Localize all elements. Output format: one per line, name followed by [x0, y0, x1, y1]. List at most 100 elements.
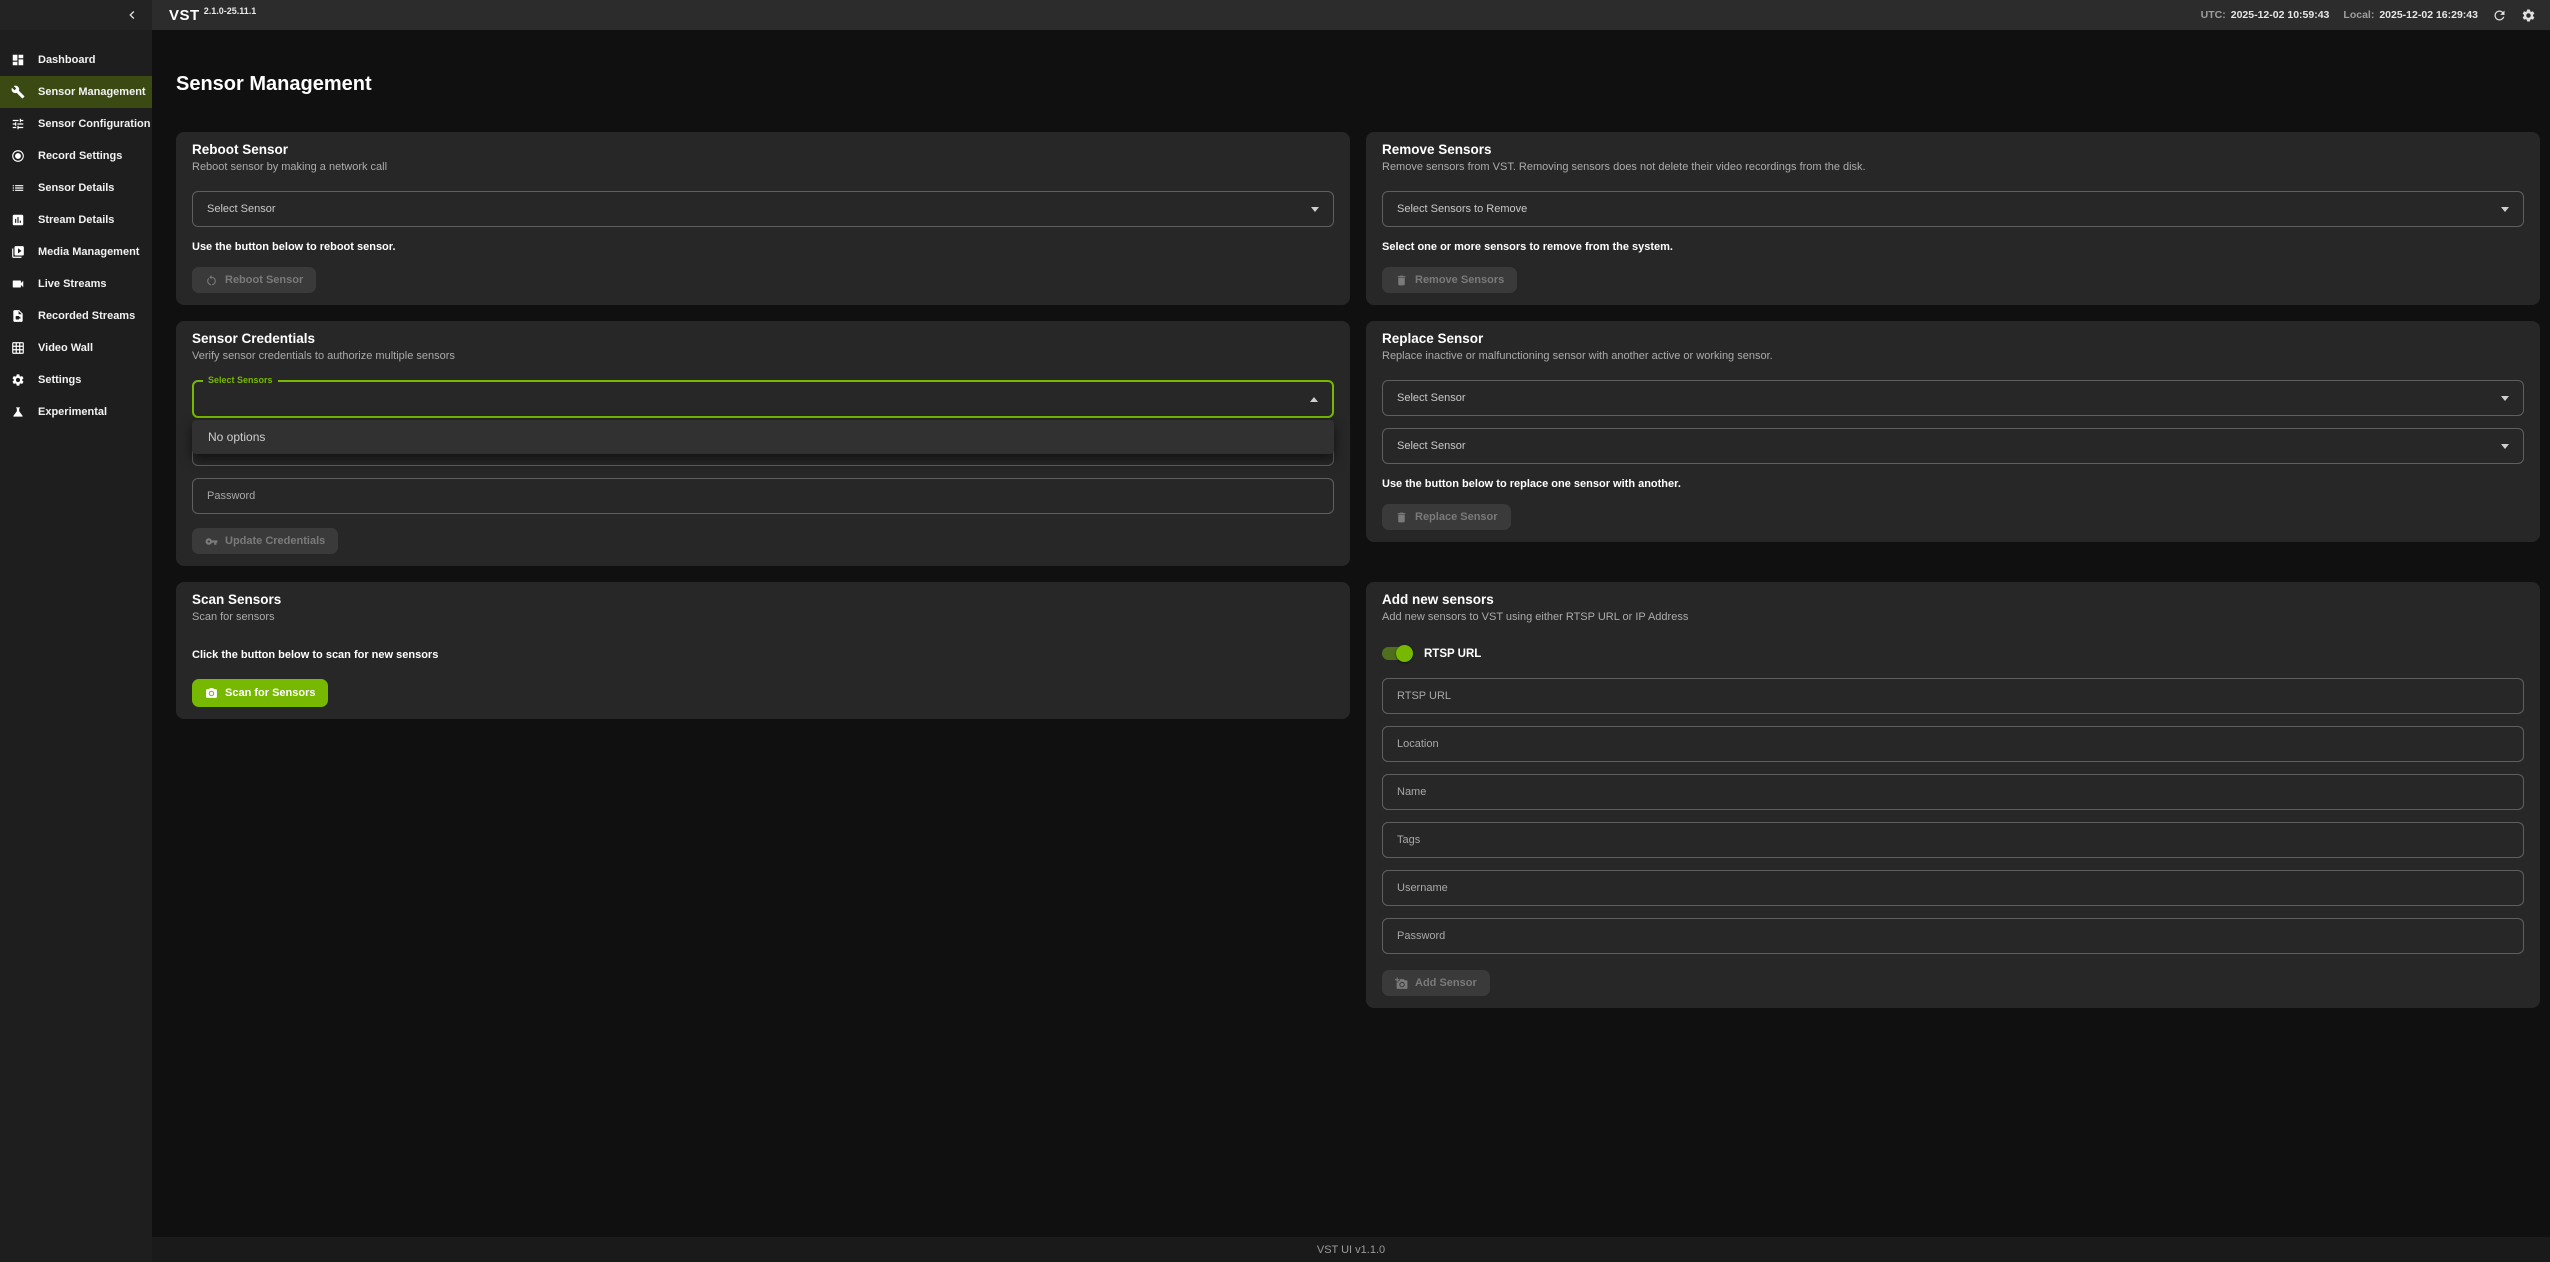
tune-icon [11, 117, 25, 131]
page-title: Sensor Management [176, 72, 2550, 96]
tags-input[interactable] [1382, 822, 2524, 858]
settings-button[interactable] [2521, 8, 2536, 23]
replace-source-sensor-select[interactable]: Select Sensor [1382, 380, 2524, 416]
sidebar-item-label: Stream Details [38, 214, 114, 226]
rtsp-url-toggle[interactable] [1382, 647, 1412, 660]
chevron-up-icon [1310, 397, 1318, 402]
footer-version-text: VST UI v1.1.0 [1317, 1244, 1385, 1256]
logo-text: VST [169, 7, 200, 24]
helper-text: Use the button below to reboot sensor. [192, 241, 1334, 253]
sidebar-item-dashboard[interactable]: Dashboard [0, 44, 152, 76]
local-value: 2025-12-02 16:29:43 [2379, 9, 2478, 21]
trash-icon [1395, 511, 1408, 524]
wrench-icon [11, 85, 25, 99]
replace-target-sensor-select[interactable]: Select Sensor [1382, 428, 2524, 464]
top-header: VST 2.1.0-25.11.1 UTC: 2025-12-02 10:59:… [0, 0, 2550, 30]
sidebar-item-sensor-configuration[interactable]: Sensor Configuration [0, 108, 152, 140]
location-input[interactable] [1382, 726, 2524, 762]
chevron-down-icon [2501, 207, 2509, 212]
card-subtitle: Remove sensors from VST. Removing sensor… [1382, 161, 2524, 173]
select-floating-label: Select Sensors [203, 375, 278, 386]
chevron-down-icon [2501, 396, 2509, 401]
sidebar-item-media-management[interactable]: Media Management [0, 236, 152, 268]
sidebar-item-label: Dashboard [38, 54, 95, 66]
sidebar-item-label: Live Streams [38, 278, 106, 290]
video-library-icon [11, 245, 25, 259]
record-icon [11, 149, 25, 163]
sidebar-item-label: Settings [38, 374, 81, 386]
button-label: Remove Sensors [1415, 274, 1504, 286]
username-input[interactable] [1382, 870, 2524, 906]
sidebar-item-settings[interactable]: Settings [0, 364, 152, 396]
rtsp-url-input[interactable] [1382, 678, 2524, 714]
sidebar-item-record-settings[interactable]: Record Settings [0, 140, 152, 172]
rtsp-toggle-row: RTSP URL [1382, 645, 2524, 662]
sensor-credentials-card: Sensor Credentials Verify sensor credent… [176, 321, 1350, 566]
remove-sensors-card: Remove Sensors Remove sensors from VST. … [1366, 132, 2540, 305]
sidebar-item-label: Recorded Streams [38, 310, 135, 322]
select-placeholder: Select Sensor [1397, 392, 1465, 404]
button-label: Replace Sensor [1415, 511, 1498, 523]
main-content: Sensor Management Reboot Sensor Reboot s… [152, 30, 2550, 1262]
page-footer: VST UI v1.1.0 [152, 1237, 2550, 1262]
select-placeholder: Select Sensor [1397, 440, 1465, 452]
grid-icon [11, 341, 25, 355]
credentials-sensors-select[interactable]: Select Sensors [192, 380, 1334, 418]
replace-sensor-card: Replace Sensor Replace inactive or malfu… [1366, 321, 2540, 542]
toggle-label: RTSP URL [1424, 648, 1481, 660]
chevron-left-icon [124, 7, 140, 23]
sidebar-item-label: Sensor Configuration [38, 118, 150, 130]
add-a-photo-icon [1395, 977, 1408, 990]
reboot-sensor-button[interactable]: Reboot Sensor [192, 267, 316, 293]
flask-icon [11, 405, 25, 419]
key-icon [205, 535, 218, 548]
replace-sensor-button[interactable]: Replace Sensor [1382, 504, 1511, 530]
card-title: Replace Sensor [1382, 331, 2524, 346]
remove-sensors-select[interactable]: Select Sensors to Remove [1382, 191, 2524, 227]
button-label: Reboot Sensor [225, 274, 303, 286]
card-subtitle: Verify sensor credentials to authorize m… [192, 350, 1334, 362]
remove-sensors-button[interactable]: Remove Sensors [1382, 267, 1517, 293]
sidebar-collapse-button[interactable] [124, 7, 140, 23]
helper-text: Use the button below to replace one sens… [1382, 478, 2524, 490]
gear-icon [11, 373, 25, 387]
sidebar-item-video-wall[interactable]: Video Wall [0, 332, 152, 364]
camera-icon [205, 687, 218, 700]
sidebar-item-recorded-streams[interactable]: Recorded Streams [0, 300, 152, 332]
no-options-message: No options [208, 430, 265, 444]
sidebar: Dashboard Sensor Management Sensor Confi… [0, 30, 152, 1262]
sidebar-item-stream-details[interactable]: Stream Details [0, 204, 152, 236]
name-input[interactable] [1382, 774, 2524, 810]
reboot-sensor-card: Reboot Sensor Reboot sensor by making a … [176, 132, 1350, 305]
sidebar-item-live-streams[interactable]: Live Streams [0, 268, 152, 300]
sidebar-item-experimental[interactable]: Experimental [0, 396, 152, 428]
card-title: Add new sensors [1382, 592, 2524, 607]
trash-icon [1395, 274, 1408, 287]
reboot-sensor-select[interactable]: Select Sensor [192, 191, 1334, 227]
card-grid: Reboot Sensor Reboot sensor by making a … [176, 132, 2540, 1008]
sidebar-item-sensor-management[interactable]: Sensor Management [0, 76, 152, 108]
refresh-button[interactable] [2492, 8, 2507, 23]
card-title: Remove Sensors [1382, 142, 2524, 157]
bar-chart-icon [11, 213, 25, 227]
credentials-select-wrap: Select Sensors No options [192, 380, 1334, 466]
card-title: Scan Sensors [192, 592, 1334, 607]
video-file-icon [11, 309, 25, 323]
scan-sensors-card: Scan Sensors Scan for sensors Click the … [176, 582, 1350, 719]
card-subtitle: Replace inactive or malfunctioning senso… [1382, 350, 2524, 362]
card-subtitle: Scan for sensors [192, 611, 1334, 623]
list-icon [11, 181, 25, 195]
card-subtitle: Reboot sensor by making a network call [192, 161, 1334, 173]
password-input[interactable] [1382, 918, 2524, 954]
header-status-area: UTC: 2025-12-02 10:59:43 Local: 2025-12-… [2187, 8, 2550, 23]
update-credentials-button[interactable]: Update Credentials [192, 528, 338, 554]
sidebar-header [0, 0, 152, 30]
button-label: Update Credentials [225, 535, 325, 547]
credentials-password-input[interactable] [192, 478, 1334, 514]
sidebar-item-sensor-details[interactable]: Sensor Details [0, 172, 152, 204]
scan-for-sensors-button[interactable]: Scan for Sensors [192, 679, 328, 707]
add-sensor-button[interactable]: Add Sensor [1382, 970, 1490, 996]
card-title: Sensor Credentials [192, 331, 1334, 346]
app-root: VST 2.1.0-25.11.1 UTC: 2025-12-02 10:59:… [0, 0, 2550, 1262]
toggle-thumb [1396, 645, 1413, 662]
